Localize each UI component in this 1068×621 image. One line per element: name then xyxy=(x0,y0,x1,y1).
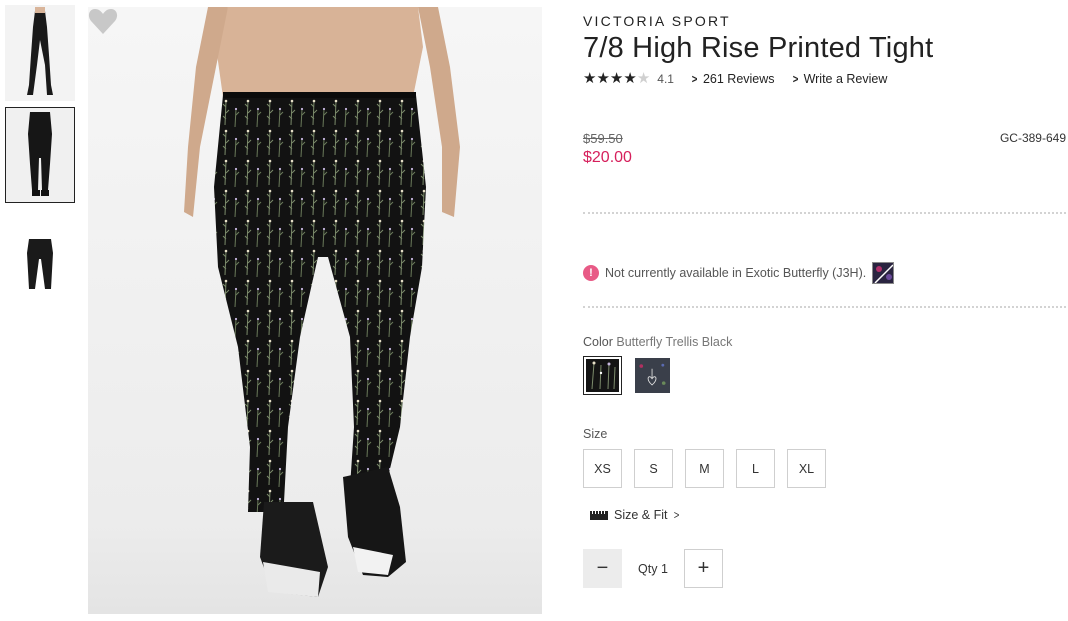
size-option-xs[interactable]: XS xyxy=(583,449,622,488)
color-swatches xyxy=(583,356,672,395)
heart-icon[interactable] xyxy=(88,7,118,35)
reviews-link-label: 261 Reviews xyxy=(702,71,775,86)
size-fit-label: Size & Fit xyxy=(614,508,668,522)
quantity-decrease-button[interactable]: − xyxy=(583,549,622,588)
star-icon: ★ xyxy=(609,70,624,87)
quantity-label: Qty xyxy=(638,561,658,576)
color-swatch-exotic-butterfly[interactable] xyxy=(633,356,672,395)
thumbnail-1[interactable] xyxy=(5,5,75,101)
size-fit-link[interactable]: Size & Fit > xyxy=(590,508,680,522)
quantity-value: 1 xyxy=(660,561,668,576)
ruler-icon xyxy=(590,510,608,520)
color-label-text: Color xyxy=(583,335,613,349)
rating-stars: ★ ★ ★ ★ ★ xyxy=(583,71,650,86)
star-empty-icon: ★ xyxy=(636,70,651,87)
color-label: Color Butterfly Trellis Black xyxy=(583,335,732,349)
star-icon: ★ xyxy=(583,70,597,87)
brand-name: VICTORIA SPORT xyxy=(583,13,731,29)
product-sku: GC-389-649 xyxy=(999,131,1066,145)
star-icon: ★ xyxy=(596,70,610,87)
star-icon: ★ xyxy=(623,70,637,87)
availability-message: Not currently available in Exotic Butter… xyxy=(605,266,867,280)
thumbnail-3[interactable] xyxy=(5,209,75,305)
unavailable-color-swatch xyxy=(872,262,895,284)
quantity-increase-button[interactable]: + xyxy=(684,549,723,588)
size-option-m[interactable]: M xyxy=(685,449,724,488)
thumbnail-2[interactable] xyxy=(5,107,75,203)
size-option-s[interactable]: S xyxy=(634,449,673,488)
size-label: Size xyxy=(583,427,608,441)
quantity-display: Qty 1 xyxy=(622,562,684,576)
thumbnail-list xyxy=(5,5,75,311)
chevron-right-icon: > xyxy=(691,71,698,86)
selected-color-name: Butterfly Trellis Black xyxy=(616,335,733,349)
rating-value: 4.1 xyxy=(657,71,674,86)
write-review-label: Write a Review xyxy=(803,71,888,86)
chevron-right-icon: > xyxy=(673,508,679,522)
color-swatch-butterfly-trellis-black[interactable] xyxy=(583,356,622,395)
size-option-l[interactable]: L xyxy=(736,449,775,488)
original-price: $59.50 xyxy=(583,131,623,146)
quantity-stepper: − Qty 1 + xyxy=(583,549,723,588)
divider xyxy=(583,212,1066,214)
alert-icon: ! xyxy=(583,265,599,281)
availability-notice: ! Not currently available in Exotic Butt… xyxy=(583,262,895,284)
chevron-right-icon: > xyxy=(792,71,798,86)
size-option-xl[interactable]: XL xyxy=(787,449,826,488)
size-options: XS S M L XL xyxy=(583,449,826,488)
divider xyxy=(583,306,1066,308)
sale-price: $20.00 xyxy=(583,149,632,166)
product-info-panel: VICTORIA SPORT 7/8 High Rise Printed Tig… xyxy=(583,0,1068,621)
reviews-link[interactable]: > 261 Reviews xyxy=(691,72,775,86)
rating-row: ★ ★ ★ ★ ★ 4.1 > 261 Reviews > Write a Re… xyxy=(583,71,887,86)
write-review-link[interactable]: > Write a Review xyxy=(792,71,888,86)
main-product-image xyxy=(88,7,542,614)
product-title: 7/8 High Rise Printed Tight xyxy=(583,32,934,64)
